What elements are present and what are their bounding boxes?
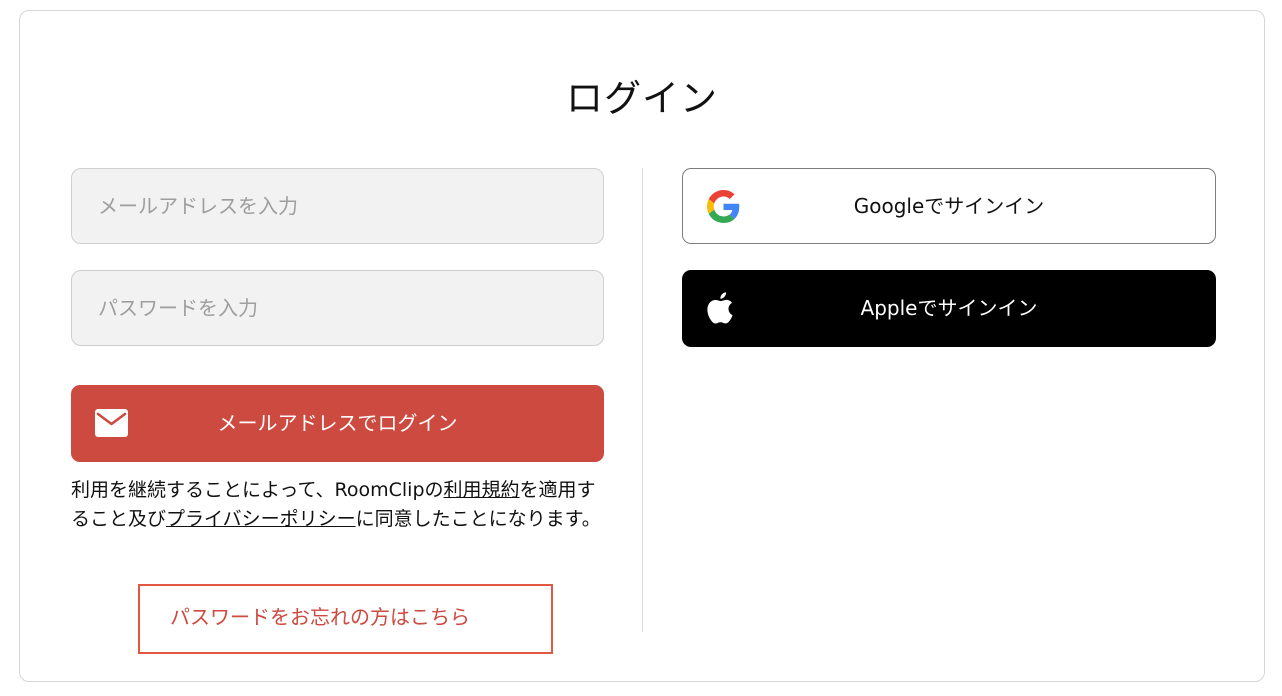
forgot-password-link[interactable]: パスワードをお忘れの方はこちら <box>138 584 553 654</box>
email-input[interactable] <box>71 168 604 244</box>
privacy-policy-link[interactable]: プライバシーポリシー <box>166 508 356 530</box>
terms-of-use-link[interactable]: 利用規約 <box>444 479 520 501</box>
google-signin-label: Googleでサインイン <box>853 194 1045 218</box>
terms-suffix: に同意したことになります。 <box>355 508 601 530</box>
email-login-label: メールアドレスでログイン <box>217 411 458 435</box>
login-card: ログイン メールアドレスでログイン 利用を継続することによって、RoomClip… <box>19 10 1265 682</box>
apple-signin-label: Appleでサインイン <box>860 296 1038 320</box>
password-input[interactable] <box>71 270 604 346</box>
terms-prefix: 利用を継続することによって、RoomClipの <box>71 479 444 501</box>
terms-text: 利用を継続することによって、RoomClipの利用規約を適用すること及びプライバ… <box>71 476 611 534</box>
google-signin-button[interactable]: Googleでサインイン <box>682 168 1216 244</box>
column-divider <box>642 168 643 632</box>
email-login-button[interactable]: メールアドレスでログイン <box>71 385 604 462</box>
page-title: ログイン <box>566 77 718 120</box>
apple-signin-button[interactable]: Appleでサインイン <box>682 270 1216 347</box>
